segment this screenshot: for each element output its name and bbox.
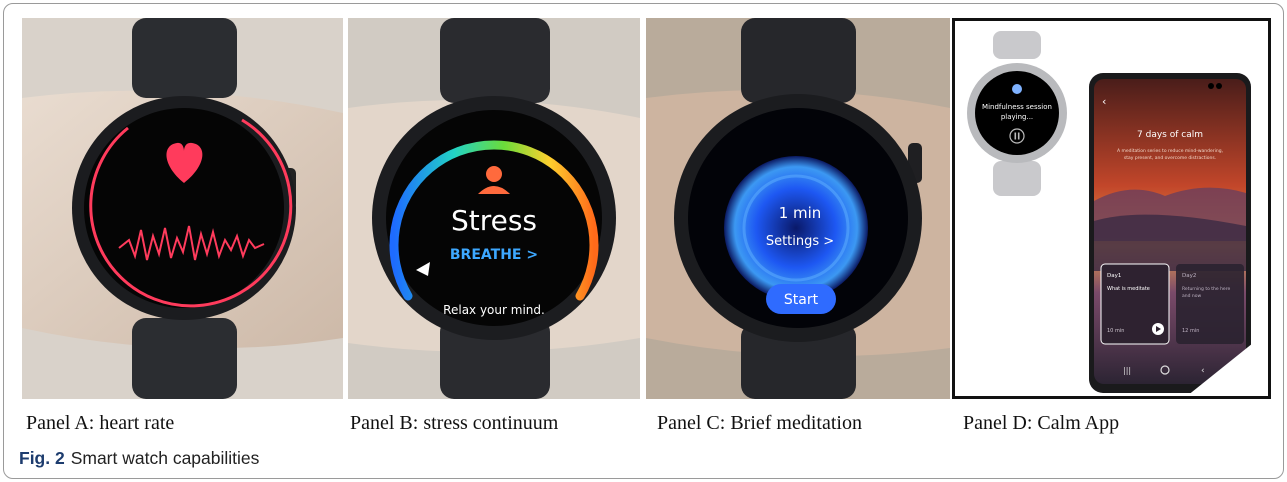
program-subtitle-2: stay present, and overcome distractions. — [1124, 155, 1216, 161]
day1-duration: 10 min — [1107, 328, 1124, 334]
program-title: 7 days of calm — [1137, 130, 1203, 140]
day1-card[interactable]: Day1 What is meditate 10 min — [1100, 263, 1170, 345]
start-button-label: Start — [784, 292, 819, 308]
watch-session-line2: playing... — [1001, 113, 1033, 121]
nav-back-icon[interactable]: ‹ — [1201, 366, 1205, 376]
figure-caption: Fig. 2 Smart watch capabilities — [19, 448, 259, 469]
calm-app-image: Mindfulness session playing... ‹ 7 days … — [967, 31, 1268, 396]
stress-title: Stress — [451, 204, 537, 237]
meditation-glow — [724, 156, 868, 300]
breathe-button[interactable]: BREATHE > — [450, 247, 538, 263]
panel-b-caption: Panel B: stress continuum — [350, 412, 559, 434]
back-arrow-icon[interactable]: ‹ — [1102, 95, 1106, 108]
day2-name: Returning to the here — [1182, 286, 1230, 292]
program-subtitle-1: A meditation series to reduce mind-wande… — [1117, 148, 1223, 154]
nav-recents-icon[interactable]: ||| — [1123, 366, 1131, 375]
meditating-person-icon — [486, 166, 502, 182]
figure-label: Fig. 2 — [19, 448, 65, 468]
figure-title: Smart watch capabilities — [70, 448, 260, 468]
mindfulness-icon — [1012, 84, 1022, 94]
panel-d-image: Mindfulness session playing... ‹ 7 days … — [952, 18, 1271, 399]
day2-card[interactable]: Day2 Returning to the here and now 12 mi… — [1176, 264, 1244, 344]
relax-message: Relax your mind. — [443, 303, 545, 317]
panel-c-photo: 1 min Settings > Start — [646, 18, 950, 399]
meditation-duration: 1 min — [779, 204, 822, 222]
meditation-watch-image: 1 min Settings > Start — [646, 18, 950, 399]
panel-c-caption: Panel C: Brief meditation — [657, 412, 862, 434]
day2-name-2: and now — [1182, 293, 1202, 299]
watch-session-line1: Mindfulness session — [982, 103, 1052, 111]
stress-watch-image: Stress BREATHE > Relax your mind. — [348, 18, 640, 399]
heart-rate-watch-image — [22, 18, 343, 399]
panel-b-photo: Stress BREATHE > Relax your mind. — [348, 18, 640, 399]
day1-label: Day1 — [1107, 273, 1121, 279]
day2-duration: 12 min — [1182, 328, 1199, 334]
settings-link[interactable]: Settings > — [766, 234, 834, 249]
panel-a-caption: Panel A: heart rate — [26, 412, 175, 434]
panel-d-caption: Panel D: Calm App — [963, 412, 1120, 434]
day2-label: Day2 — [1182, 273, 1196, 279]
panel-a-photo — [22, 18, 343, 399]
day1-name: What is meditate — [1107, 286, 1150, 292]
